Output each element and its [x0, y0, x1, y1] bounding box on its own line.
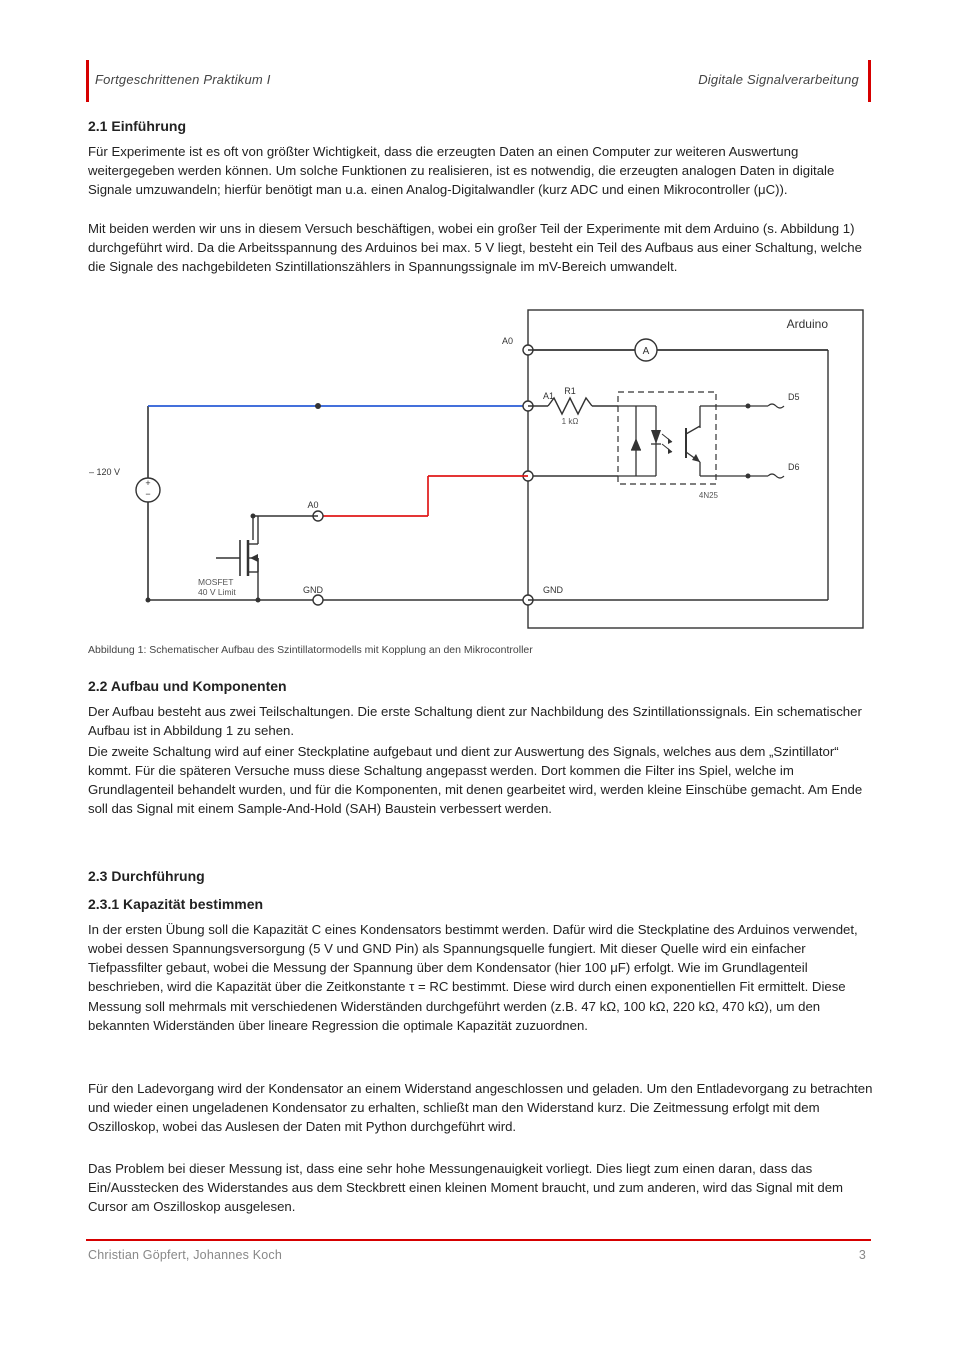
paragraph: Das Problem bei dieser Messung ist, dass…: [88, 1159, 873, 1216]
paragraph: Der Aufbau besteht aus zwei Teilschaltun…: [88, 702, 873, 740]
svg-text:MOSFET: MOSFET: [198, 577, 233, 587]
header-right: Digitale Signalverarbeitung: [698, 72, 859, 87]
svg-text:D6: D6: [788, 462, 800, 472]
svg-text:40 – 120 V: 40 – 120 V: [88, 467, 120, 477]
paragraph: Für den Ladevorgang wird der Kondensator…: [88, 1079, 873, 1136]
svg-text:A0: A0: [307, 500, 318, 510]
svg-text:+: +: [145, 478, 150, 488]
section-heading-2-1: 2.1 Einführung: [88, 118, 186, 134]
paragraph: Die zweite Schaltung wird auf einer Stec…: [88, 742, 873, 819]
section-heading-2-3-1: 2.3.1 Kapazität bestimmen: [88, 896, 263, 912]
svg-text:−: −: [145, 489, 150, 499]
svg-text:40 V Limit: 40 V Limit: [198, 587, 236, 597]
header-left: Fortgeschrittenen Praktikum I: [95, 72, 271, 87]
svg-text:1 kΩ: 1 kΩ: [562, 417, 579, 426]
svg-text:A: A: [643, 346, 650, 357]
footer-page-number: 3: [859, 1248, 866, 1262]
footer-authors: Christian Göpfert, Johannes Koch: [88, 1248, 282, 1262]
section-heading-2-3: 2.3 Durchführung: [88, 868, 205, 884]
header-accent-right: [868, 60, 871, 102]
paragraph: Mit beiden werden wir uns in diesem Vers…: [88, 219, 873, 276]
svg-text:D5: D5: [788, 392, 800, 402]
circuit-diagram: Arduino GND GND + − 40 – 120 V A1 A: [88, 300, 873, 640]
svg-text:R1: R1: [564, 386, 576, 396]
svg-text:GND: GND: [543, 585, 564, 595]
arduino-label: Arduino: [787, 317, 829, 331]
header-accent-left: [86, 60, 89, 102]
figure-caption-1: Abbildung 1: Schematischer Aufbau des Sz…: [88, 644, 533, 656]
section-heading-2-2: 2.2 Aufbau und Komponenten: [88, 678, 287, 694]
svg-text:A0: A0: [502, 336, 513, 346]
svg-text:4N25: 4N25: [699, 491, 719, 500]
paragraph: In der ersten Übung soll die Kapazität C…: [88, 920, 873, 1035]
paragraph: Für Experimente ist es oft von größter W…: [88, 142, 873, 199]
svg-text:GND: GND: [303, 585, 324, 595]
footer-divider: [86, 1239, 871, 1241]
